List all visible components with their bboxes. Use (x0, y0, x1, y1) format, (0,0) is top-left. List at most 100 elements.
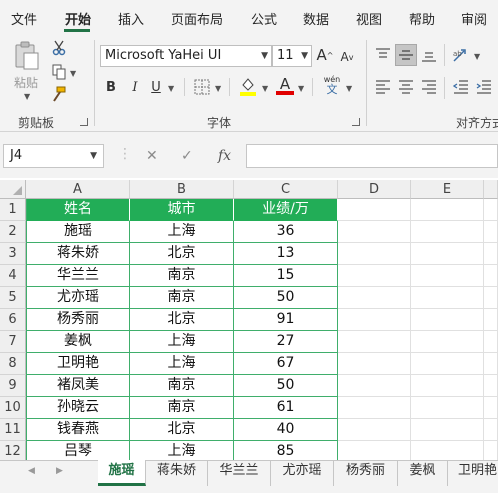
orientation-icon[interactable]: ab (451, 45, 471, 65)
table-cell[interactable]: 13 (234, 243, 338, 265)
shrink-font-button[interactable]: Av (338, 47, 356, 67)
align-left-icon[interactable] (373, 78, 393, 96)
copy-icon[interactable] (50, 64, 68, 80)
table-cell[interactable]: 孙晓云 (26, 397, 130, 419)
column-header-a[interactable]: A (26, 180, 130, 199)
empty-cell[interactable] (411, 397, 484, 419)
empty-cell[interactable] (484, 265, 498, 287)
empty-cell[interactable] (484, 353, 498, 375)
align-top-icon[interactable] (373, 45, 393, 65)
empty-cell[interactable] (484, 375, 498, 397)
empty-cell[interactable] (484, 419, 498, 441)
next-sheet-icon[interactable]: ▶ (56, 466, 63, 476)
row-header[interactable]: 10 (0, 397, 26, 419)
align-bottom-icon[interactable] (419, 45, 439, 65)
fill-color-icon[interactable] (238, 76, 258, 96)
previous-sheet-icon[interactable]: ◀ (28, 466, 35, 476)
empty-cell[interactable] (338, 419, 411, 441)
table-cell[interactable]: 南京 (130, 287, 234, 309)
table-cell[interactable]: 上海 (130, 331, 234, 353)
table-cell[interactable]: 卫明艳 (26, 353, 130, 375)
paste-button-label[interactable]: 粘贴 (14, 74, 38, 91)
font-color-button[interactable]: A (275, 76, 295, 96)
grow-font-button[interactable]: A ^ (316, 45, 334, 65)
table-cell[interactable]: 50 (234, 287, 338, 309)
paste-dropdown-icon[interactable]: ▼ (24, 92, 30, 101)
table-cell[interactable]: 尤亦瑶 (26, 287, 130, 309)
empty-cell[interactable] (484, 243, 498, 265)
align-middle-icon[interactable] (395, 44, 417, 66)
empty-cell[interactable] (338, 397, 411, 419)
insert-function-icon[interactable]: fx (218, 148, 231, 164)
border-icon[interactable] (193, 78, 211, 96)
table-cell[interactable]: 姜枫 (26, 331, 130, 353)
table-cell[interactable]: 南京 (130, 397, 234, 419)
tab-home[interactable]: 开始 (65, 9, 91, 28)
table-cell[interactable]: 施瑶 (26, 221, 130, 243)
table-header-cell[interactable]: 城市 (130, 199, 234, 221)
row-header[interactable]: 8 (0, 353, 26, 375)
border-dropdown-icon[interactable]: ▼ (215, 84, 221, 93)
table-cell[interactable]: 杨秀丽 (26, 309, 130, 331)
phonetic-guide-button[interactable]: wén 文 (320, 74, 344, 96)
tab-data[interactable]: 数据 (303, 9, 329, 28)
table-cell[interactable]: 27 (234, 331, 338, 353)
empty-cell[interactable] (338, 309, 411, 331)
empty-cell[interactable] (411, 309, 484, 331)
table-cell[interactable]: 15 (234, 265, 338, 287)
empty-cell[interactable] (411, 287, 484, 309)
row-header[interactable]: 9 (0, 375, 26, 397)
table-cell[interactable]: 褚凤美 (26, 375, 130, 397)
tab-page-layout[interactable]: 页面布局 (171, 9, 223, 28)
empty-cell[interactable] (411, 243, 484, 265)
align-center-icon[interactable] (396, 78, 416, 96)
table-cell[interactable]: 北京 (130, 243, 234, 265)
empty-cell[interactable] (338, 265, 411, 287)
row-header[interactable]: 1 (0, 199, 26, 221)
column-header-f[interactable] (484, 180, 498, 199)
empty-cell[interactable] (411, 353, 484, 375)
column-header-d[interactable]: D (338, 180, 411, 199)
column-header-e[interactable]: E (411, 180, 484, 199)
table-cell[interactable]: 北京 (130, 309, 234, 331)
row-header[interactable]: 11 (0, 419, 26, 441)
empty-cell[interactable] (411, 221, 484, 243)
increase-indent-icon[interactable] (474, 78, 494, 96)
empty-cell[interactable] (484, 287, 498, 309)
clipboard-launcher-icon[interactable] (80, 118, 88, 126)
font-launcher-icon[interactable] (352, 118, 360, 126)
table-cell[interactable]: 36 (234, 221, 338, 243)
empty-cell[interactable] (484, 221, 498, 243)
empty-cell[interactable] (338, 331, 411, 353)
phonetic-dropdown-icon[interactable]: ▼ (346, 84, 352, 93)
table-cell[interactable]: 蒋朱娇 (26, 243, 130, 265)
row-header[interactable]: 5 (0, 287, 26, 309)
row-header[interactable]: 4 (0, 265, 26, 287)
column-header-c[interactable]: C (234, 180, 338, 199)
sheet-tab-3[interactable]: 华兰兰 (208, 460, 271, 486)
empty-cell[interactable] (484, 309, 498, 331)
sheet-tab-2[interactable]: 蒋朱娇 (146, 460, 208, 486)
sheet-tab-1[interactable]: 施瑶 (98, 460, 146, 486)
empty-cell[interactable] (411, 331, 484, 353)
align-right-icon[interactable] (419, 78, 439, 96)
paste-icon[interactable] (10, 40, 44, 72)
tab-insert[interactable]: 插入 (118, 9, 144, 28)
name-box[interactable]: J4 ▼ (3, 144, 104, 168)
cancel-icon[interactable]: ✕ (146, 148, 158, 164)
cut-icon[interactable] (50, 40, 68, 56)
tab-formulas[interactable]: 公式 (251, 9, 277, 28)
sheet-tab-5[interactable]: 杨秀丽 (334, 460, 398, 486)
sheet-tab-4[interactable]: 尤亦瑶 (271, 460, 334, 486)
format-painter-icon[interactable] (50, 86, 68, 102)
empty-cell[interactable] (411, 265, 484, 287)
italic-button[interactable]: I (128, 79, 142, 95)
row-header[interactable]: 3 (0, 243, 26, 265)
empty-cell[interactable] (338, 353, 411, 375)
empty-cell[interactable] (484, 397, 498, 419)
table-cell[interactable]: 67 (234, 353, 338, 375)
fill-color-dropdown-icon[interactable]: ▼ (262, 84, 268, 93)
empty-cell[interactable] (338, 287, 411, 309)
tab-view[interactable]: 视图 (356, 9, 382, 28)
bold-button[interactable]: B (104, 79, 118, 95)
